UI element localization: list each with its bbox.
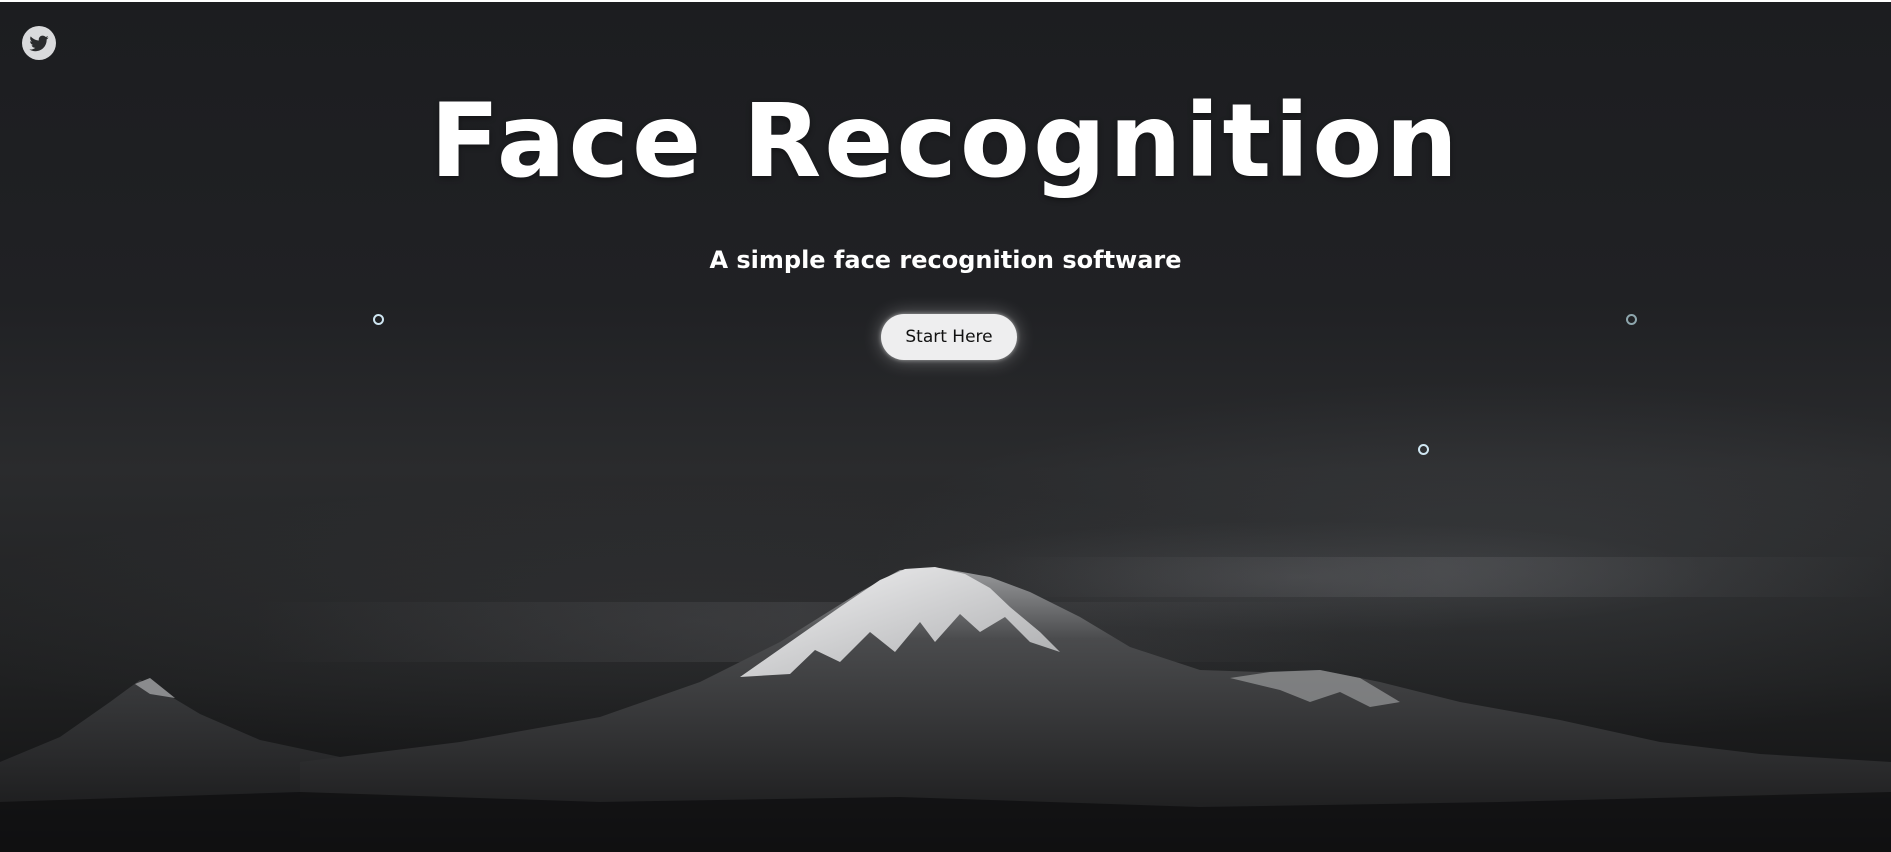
ring-particle: [1626, 314, 1637, 325]
landing-page: Face Recognition A simple face recogniti…: [0, 2, 1891, 852]
start-here-button[interactable]: Start Here: [881, 314, 1017, 360]
ring-particle: [1418, 444, 1429, 455]
page-subtitle: A simple face recognition software: [709, 246, 1182, 274]
twitter-icon: [29, 35, 49, 52]
ring-particle: [373, 314, 384, 325]
twitter-link[interactable]: [22, 26, 56, 60]
page-title: Face Recognition: [430, 82, 1461, 201]
